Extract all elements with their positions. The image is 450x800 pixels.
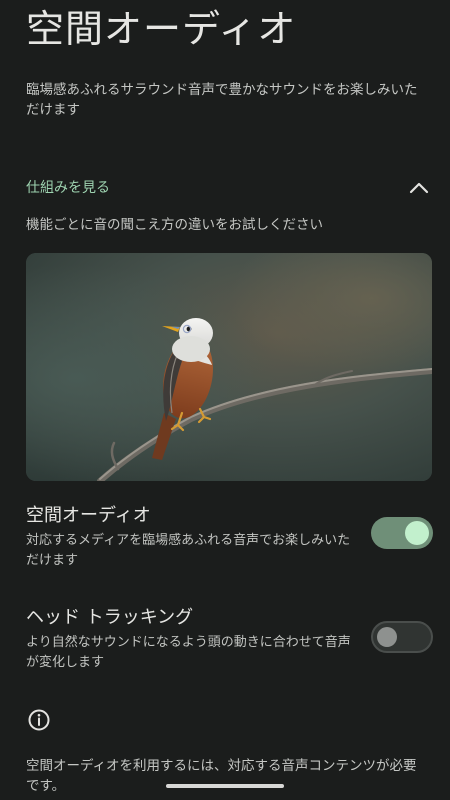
head-tracking-toggle[interactable] — [371, 621, 433, 653]
toggle-knob — [377, 627, 397, 647]
how-it-works-expander[interactable]: 仕組みを見る — [0, 168, 450, 208]
spatial-audio-title: 空間オーディオ — [26, 505, 151, 526]
head-tracking-title: ヘッド トラッキング — [26, 607, 194, 628]
gesture-navigation-handle[interactable] — [166, 784, 284, 788]
expander-description: 機能ごとに音の聞こえ方の違いをお試しください — [26, 217, 323, 233]
head-tracking-subtitle: より自然なサウンドになるよう頭の動きに合わせて音声が変化します — [26, 635, 351, 670]
spatial-audio-toggle[interactable] — [371, 517, 433, 549]
intro-text: 臨場感あふれるサラウンド音声で豊かなサウンドをお楽しみいただけます — [26, 82, 418, 118]
footer-note: 空間オーディオを利用するには、対応する音声コンテンツが必要です。 — [26, 758, 417, 794]
chevron-up-icon[interactable] — [406, 176, 432, 200]
info-icon — [27, 708, 51, 732]
spatial-audio-setting[interactable]: 空間オーディオ 対応するメディアを臨場感あふれる音声でお楽しみいただけます — [0, 503, 450, 573]
head-tracking-setting[interactable]: ヘッド トラッキング より自然なサウンドになるよう頭の動きに合わせて音声が変化し… — [0, 605, 450, 675]
page-title: 空間オーディオ — [26, 7, 297, 51]
spatial-audio-subtitle: 対応するメディアを臨場感あふれる音声でお楽しみいただけます — [26, 533, 351, 568]
bird-on-branch-image — [26, 253, 432, 481]
toggle-knob — [405, 521, 429, 545]
how-it-works-label: 仕組みを見る — [26, 180, 110, 196]
demo-image — [26, 253, 432, 481]
spatial-audio-settings-page: 空間オーディオ 臨場感あふれるサラウンド音声で豊かなサウンドをお楽しみいただけま… — [0, 0, 450, 800]
